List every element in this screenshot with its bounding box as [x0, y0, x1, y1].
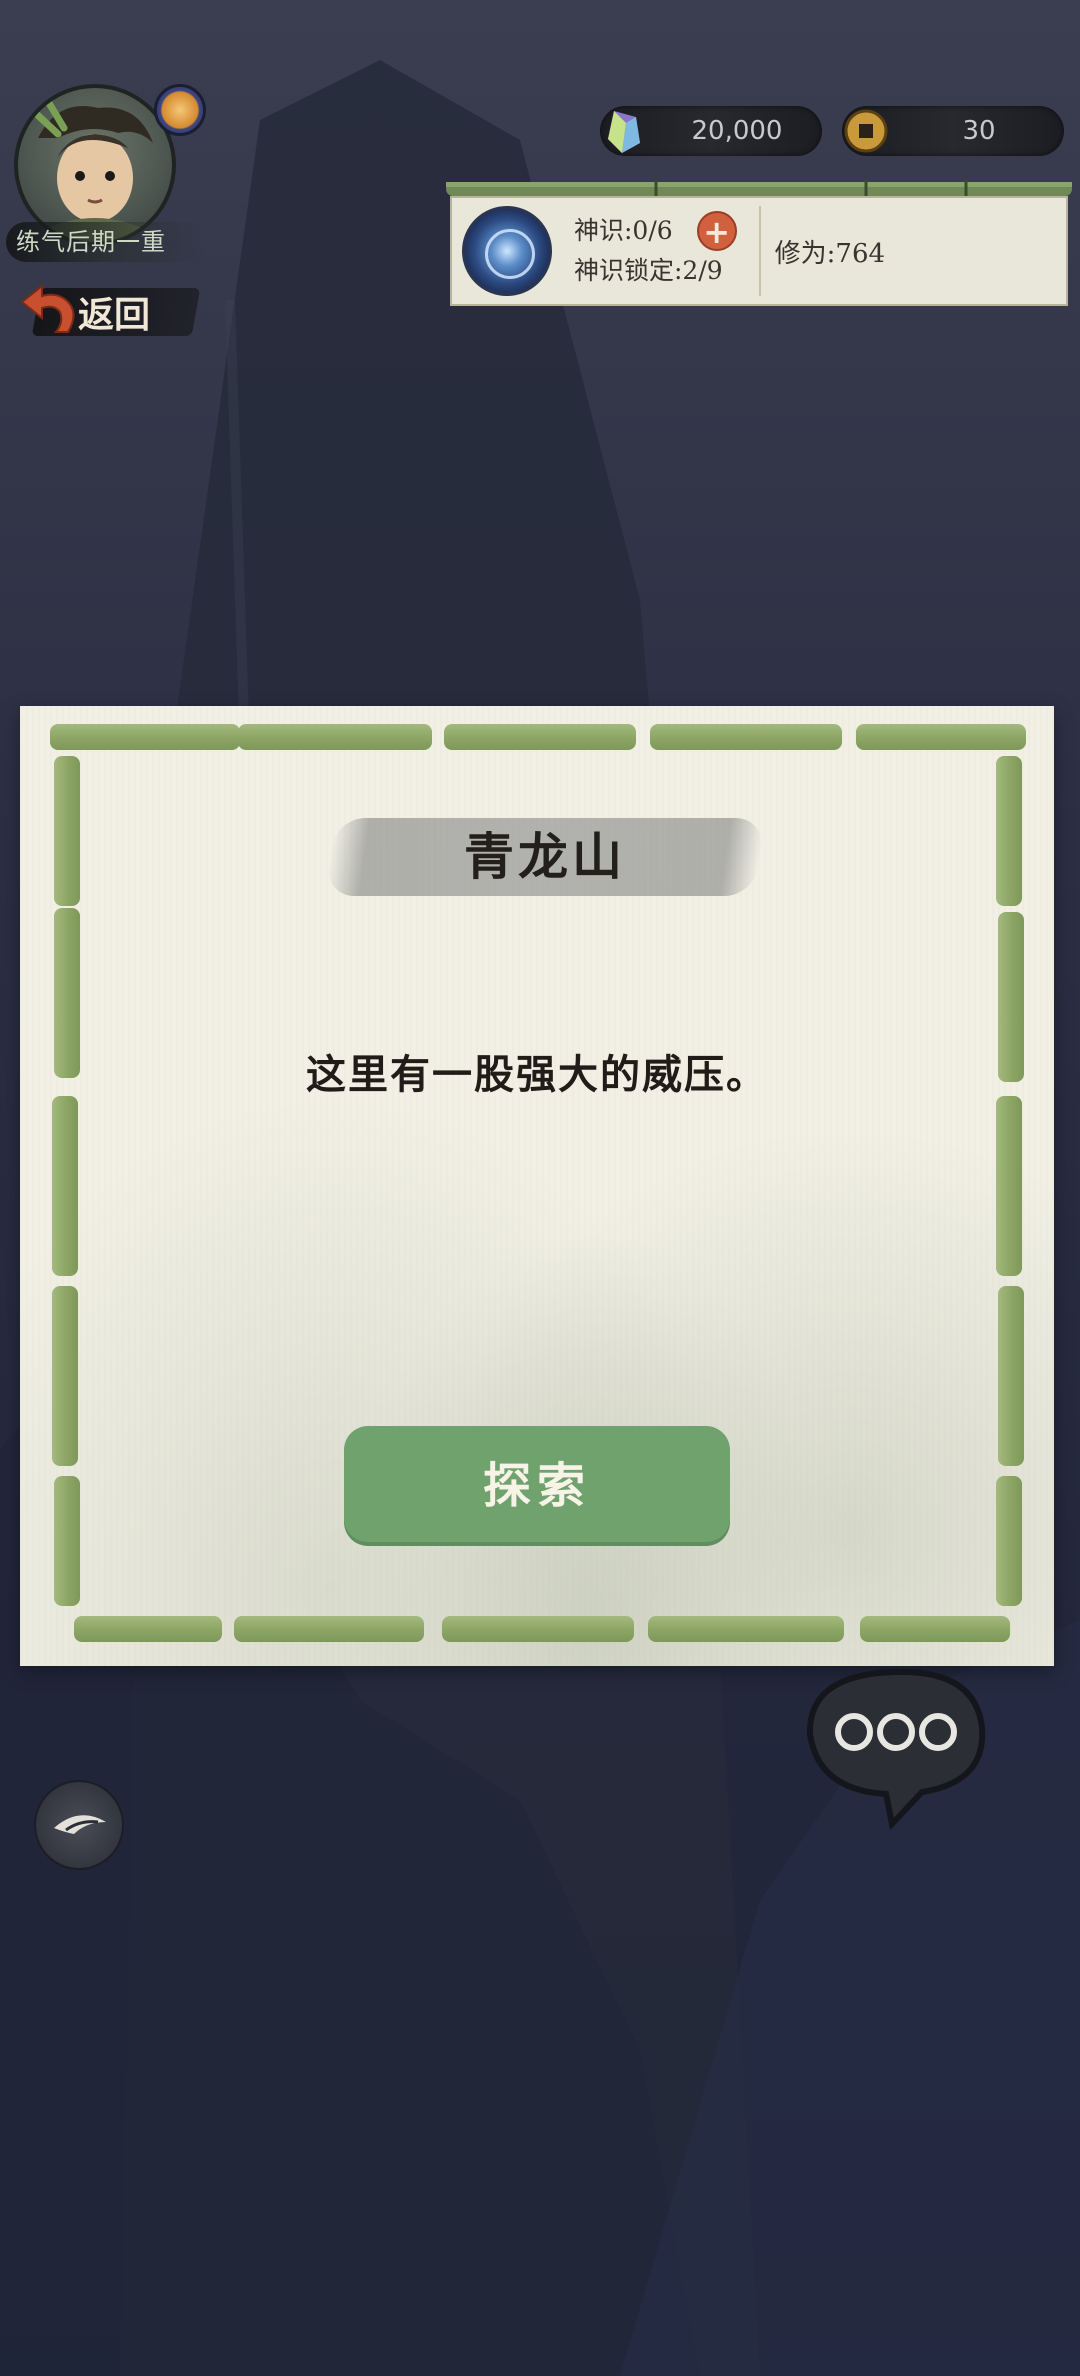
- eye-icon: [54, 1815, 106, 1834]
- realm-label: 练气后期一重: [6, 222, 206, 262]
- back-button[interactable]: 返回: [16, 282, 201, 342]
- coin-value: 30: [962, 116, 996, 146]
- realm-badge-icon: [154, 84, 206, 136]
- explore-button[interactable]: 探索: [344, 1426, 730, 1546]
- chat-bubble-icon[interactable]: [796, 1664, 996, 1834]
- eye-toggle-button[interactable]: [34, 1780, 124, 1870]
- bamboo-frame: [50, 724, 240, 750]
- sense-lock-text: 神识锁定:2/9: [574, 256, 723, 285]
- cultivation-text: 修为:764: [774, 238, 886, 269]
- copper-coin-icon: [844, 109, 888, 153]
- location-title: 青龙山: [464, 827, 626, 886]
- status-panel: 神识:0/6 + 神识锁定:2/9 修为:764: [446, 176, 1072, 306]
- back-label: 返回: [78, 294, 151, 336]
- divider: [758, 206, 761, 296]
- status-body: 神识:0/6 + 神识锁定:2/9 修为:764: [450, 196, 1068, 306]
- spirit-stone-value: 20,000: [691, 116, 783, 146]
- add-divine-sense-button[interactable]: +: [696, 211, 737, 251]
- cultivator-portrait: [26, 94, 153, 242]
- divine-sense-orb-icon[interactable]: [462, 206, 552, 296]
- back-arrow-icon: [20, 283, 75, 333]
- divine-sense-info: 神识:0/6 + 神识锁定:2/9: [574, 211, 737, 291]
- location-message: 这里有一股强大的威压。: [306, 1051, 768, 1098]
- spirit-stone-icon: [608, 111, 640, 153]
- coin-counter[interactable]: 30: [842, 106, 1064, 156]
- divine-sense-text: 神识:0/6: [574, 216, 673, 245]
- spirit-stone-counter[interactable]: 20,000: [600, 106, 822, 156]
- location-dialog: 青龙山 这里有一股强大的威压。 探索: [20, 706, 1054, 1666]
